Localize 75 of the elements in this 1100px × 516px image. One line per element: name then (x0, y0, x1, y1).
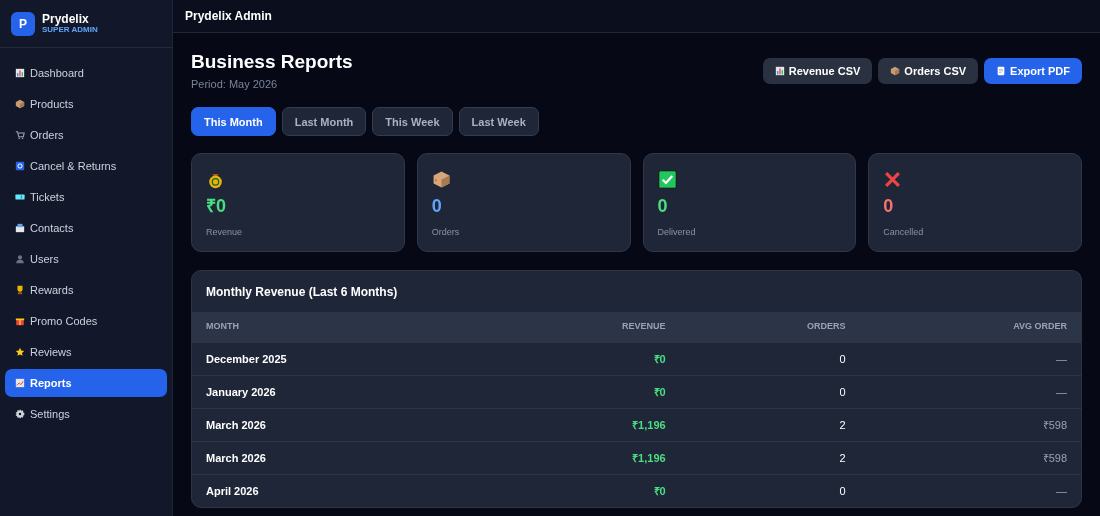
column-header: ORDERS (679, 312, 860, 343)
table-cell: — (859, 342, 1081, 376)
stat-value: 0 (431, 197, 443, 218)
nav-item[interactable]: Users (5, 245, 167, 273)
document-icon (996, 66, 1007, 76)
export-button[interactable]: Revenue CSV (762, 58, 873, 84)
chart-icon (15, 68, 25, 78)
settings-icon (15, 409, 25, 419)
export-button[interactable]: Orders CSV (878, 58, 979, 84)
stat-value: 0 (883, 197, 895, 218)
box-icon (890, 66, 901, 76)
period-label: Period: May 2026 (191, 76, 279, 92)
stat-label: Delivered (657, 226, 697, 240)
table-title: Monthly Revenue (Last 6 Months) (206, 283, 398, 301)
table-cell: — (859, 375, 1081, 409)
table-cell: January 2026 (192, 375, 487, 409)
table-cell: ₹598 (859, 408, 1081, 442)
stat-label: Revenue (206, 226, 244, 240)
check-icon (657, 170, 677, 190)
column-header: REVENUE (486, 312, 680, 343)
nav-item[interactable]: Reports (5, 369, 167, 397)
column-header: AVG ORDER (859, 312, 1081, 343)
table-cell: December 2025 (192, 342, 487, 376)
nav-item[interactable]: Reviews (5, 338, 167, 366)
period-tab[interactable]: Last Week (458, 107, 539, 137)
user-icon (15, 254, 25, 264)
table-cell: April 2026 (192, 474, 487, 508)
table-cell: ₹1,196 (486, 441, 680, 475)
nav-item[interactable]: Tickets (5, 183, 167, 211)
page-title: Business Reports (191, 51, 353, 74)
period-tab[interactable]: Last Month (281, 107, 367, 137)
stat-label: Cancelled (883, 226, 925, 240)
logo-badge: P (11, 11, 35, 36)
export-button[interactable]: Export PDF (984, 58, 1082, 84)
table-cell: 2 (679, 441, 860, 475)
table-cell: 2 (679, 408, 860, 442)
table-cell: ₹1,196 (486, 408, 680, 442)
table-cell: — (859, 474, 1081, 508)
brand-name: Prydelix (42, 12, 90, 26)
ticket-icon (15, 192, 25, 202)
cross-icon (883, 170, 903, 190)
table-cell: March 2026 (192, 441, 487, 475)
nav-item[interactable]: Dashboard (5, 59, 167, 87)
table-cell: 0 (679, 474, 860, 508)
period-tab[interactable]: This Month (191, 107, 276, 137)
trophy-icon (15, 285, 25, 295)
nav-item[interactable]: Promo Codes (5, 307, 167, 335)
app-title: Prydelix Admin (185, 8, 272, 25)
chart-icon (774, 66, 785, 76)
table-cell: ₹0 (486, 375, 680, 409)
column-header: MONTH (192, 312, 487, 343)
nav-item[interactable]: Settings (5, 400, 167, 428)
table-cell: 0 (679, 342, 860, 376)
inbox-icon (15, 223, 25, 233)
table-cell: March 2026 (192, 408, 487, 442)
nav-item[interactable]: Contacts (5, 214, 167, 242)
table-cell: ₹0 (486, 474, 680, 508)
cart-icon (15, 130, 25, 140)
period-tab[interactable]: This Week (372, 107, 453, 137)
star-icon (15, 347, 25, 357)
table-cell: ₹0 (486, 342, 680, 376)
nav-item[interactable]: Cancel & Returns (5, 152, 167, 180)
table-cell: 0 (679, 375, 860, 409)
trend-chart-icon (15, 378, 25, 388)
box-icon (431, 170, 451, 190)
table-cell: ₹598 (859, 441, 1081, 475)
gift-icon (15, 316, 25, 326)
nav-item[interactable]: Products (5, 90, 167, 118)
brand-role: SUPER ADMIN (42, 25, 98, 35)
nav-item[interactable]: Orders (5, 121, 167, 149)
nav-item[interactable]: Rewards (5, 276, 167, 304)
stat-value: 0 (657, 197, 669, 218)
stat-value: ₹0 (206, 197, 227, 218)
stat-label: Orders (431, 226, 461, 240)
box-icon (15, 99, 25, 109)
